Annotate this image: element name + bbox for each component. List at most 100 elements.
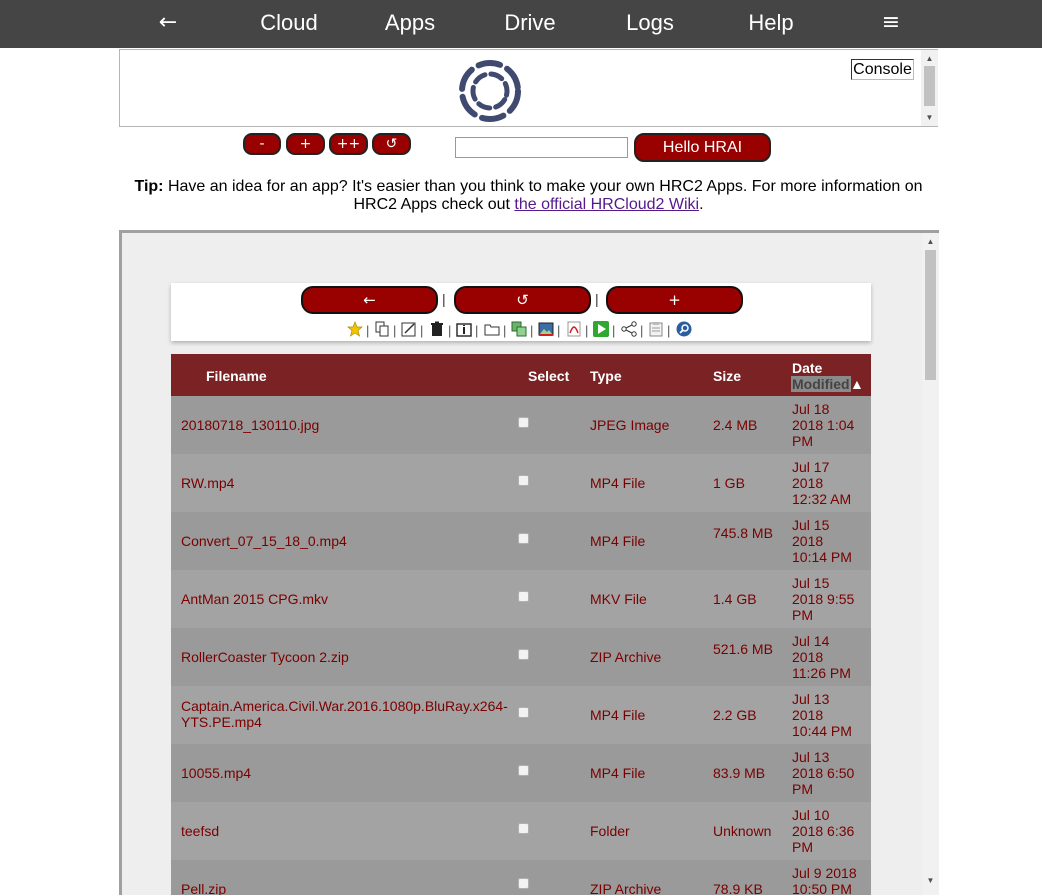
scroll-down-icon[interactable]: ▼ [921,109,938,126]
file-type: MP4 File [590,475,646,491]
toolbar-separator: | [442,291,446,307]
toolbar-separator: | [595,291,599,307]
file-date-line: PM [792,781,813,797]
table-row[interactable]: RollerCoaster Tycoon 2.zip ZIP Archive 521… [171,628,871,686]
console-button[interactable]: Console [851,59,914,80]
share-icon[interactable] [621,321,637,337]
file-name[interactable]: 20180718_130110.jpg [181,417,511,433]
file-name[interactable]: Convert_07_15_18_0.mp4 [181,533,511,549]
file-date-line: Jul 17 [792,459,830,475]
file-name[interactable]: Captain.America.Civil.War.2016.1080p.Blu… [181,698,511,730]
nav-drive[interactable]: Drive [490,0,570,48]
select-checkbox[interactable] [518,475,529,486]
file-size: 78.9 KB [713,881,763,895]
table-row[interactable]: RW.mp4 MP4 File 1 GB Jul 17 2018 12:32 AM [171,454,871,512]
nav-cloud[interactable]: Cloud [249,0,329,48]
file-size: 1.4 GB [713,591,757,607]
reset-button[interactable]: ↺ [372,133,411,155]
nav-logs[interactable]: Logs [610,0,690,48]
scroll-down-icon[interactable]: ▼ [922,872,939,889]
column-type[interactable]: Type [590,368,622,384]
file-name[interactable]: 10055.mp4 [181,765,511,781]
folder-icon[interactable] [484,321,500,337]
copy-icon[interactable] [374,321,390,337]
table-row[interactable]: 20180718_130110.jpg JPEG Image 2.4 MB Jul 1… [171,396,871,454]
file-date-line: Jul 14 [792,633,830,649]
table-row[interactable]: Captain.America.Civil.War.2016.1080p.Blu… [171,686,871,744]
play-icon[interactable] [593,321,609,337]
back-arrow-button[interactable]: ← [148,0,188,48]
file-date: Jul 15 2018 10:14 PM [792,517,852,565]
file-size: 1 GB [713,475,745,491]
column-date-label[interactable]: Date [792,360,822,376]
console-scrollbar[interactable]: ▲ ▼ [921,50,938,126]
file-name[interactable]: RW.mp4 [181,475,511,491]
select-checkbox[interactable] [518,591,529,602]
file-date-line: 2018 6:36 [792,823,855,839]
column-size[interactable]: Size [713,368,741,384]
file-type: MP4 File [590,765,646,781]
select-checkbox[interactable] [518,707,529,718]
drive-back-button[interactable]: ← [301,286,438,314]
sort-ascending-icon[interactable]: ▲ [850,376,864,392]
archive-icon[interactable] [456,321,472,337]
search-icon[interactable] [676,321,692,337]
delete-icon[interactable] [429,321,445,337]
select-checkbox[interactable] [518,823,529,834]
file-name[interactable]: teefsd [181,823,511,839]
file-type: Folder [590,823,630,839]
column-date-modified[interactable]: Modified [791,376,851,392]
table-row[interactable]: teefsd Folder Unknown Jul 10 2018 6:36 PM [171,802,871,860]
drive-refresh-button[interactable]: ↺ [454,286,591,314]
file-size: 2.4 MB [713,417,758,433]
hrai-input[interactable] [455,137,628,158]
scroll-up-icon[interactable]: ▲ [921,50,938,67]
file-name[interactable]: RollerCoaster Tycoon 2.zip [181,649,511,665]
image-edit-icon[interactable] [538,321,554,337]
drive-frame: ← | ↺ | + | | | | | | | | | | | | Filena… [119,230,939,895]
select-checkbox[interactable] [518,533,529,544]
file-date-line: 2018 9:55 [792,591,855,607]
nav-help[interactable]: Help [731,0,811,48]
maximize-button[interactable]: ++ [329,133,368,155]
drive-scrollbar[interactable]: ▲ ▼ [922,233,939,895]
scroll-up-icon[interactable]: ▲ [922,233,939,250]
file-type: MKV File [590,591,647,607]
select-checkbox[interactable] [518,765,529,776]
file-name[interactable]: Pell.zip [181,881,511,895]
file-date-line: Jul 18 [792,401,830,417]
column-filename[interactable]: Filename [206,368,267,384]
favorite-star-icon[interactable] [347,321,363,337]
tip-text: Tip: Have an idea for an app? It's easie… [119,178,938,214]
table-row[interactable]: AntMan 2015 CPG.mkv MKV File 1.4 GB Jul 15 2… [171,570,871,628]
drive-add-button[interactable]: + [606,286,743,314]
column-select[interactable]: Select [528,368,569,384]
select-checkbox[interactable] [518,649,529,660]
table-row[interactable]: Convert_07_15_18_0.mp4 MP4 File 745.8 MB Ju… [171,512,871,570]
hello-hrai-button[interactable]: Hello HRAI [634,133,771,162]
convert-icon[interactable] [511,321,527,337]
nav-apps[interactable]: Apps [370,0,450,48]
file-name[interactable]: AntMan 2015 CPG.mkv [181,591,511,607]
clipboard-icon[interactable] [648,321,664,337]
file-date: Jul 17 2018 12:32 AM [792,459,851,507]
file-table-header: Filename Select Type Size Date Modified … [171,354,871,396]
file-date-line: 10:14 PM [792,549,852,565]
pdf-icon[interactable] [566,321,582,337]
scroll-thumb[interactable] [925,250,936,380]
scroll-thumb[interactable] [924,66,935,106]
table-row[interactable]: Pell.zip ZIP Archive 78.9 KB Jul 9 2018 10:5… [171,860,871,895]
file-type: ZIP Archive [590,649,662,665]
wiki-link[interactable]: the official HRCloud2 Wiki [514,196,699,213]
select-checkbox[interactable] [518,878,529,889]
zoom-in-button[interactable]: + [286,133,325,155]
select-checkbox[interactable] [518,417,529,428]
menu-icon[interactable]: ≡ [876,0,906,48]
file-date-line: 2018 1:04 [792,417,855,433]
file-date-line: PM [792,839,813,855]
file-date: Jul 13 2018 6:50 PM [792,749,854,797]
table-row[interactable]: 10055.mp4 MP4 File 83.9 MB Jul 13 2018 6:50 P… [171,744,871,802]
file-date-line: 2018 [792,475,824,491]
rename-icon[interactable] [401,321,417,337]
zoom-out-button[interactable]: - [243,133,281,155]
